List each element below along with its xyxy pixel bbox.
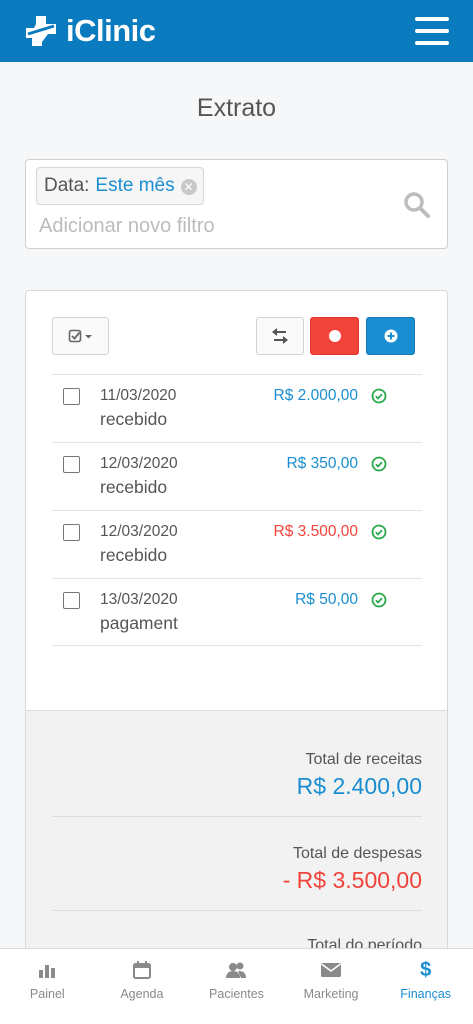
transaction-checkbox[interactable] <box>63 388 80 405</box>
transaction-description: recebido <box>100 545 168 565</box>
transaction-checkbox[interactable] <box>63 456 80 473</box>
divider <box>52 910 422 911</box>
filter-chip-key: Data: <box>44 175 90 196</box>
nav-item-painel[interactable]: Painel <box>0 949 95 1024</box>
transfer-arrows-icon <box>272 328 288 344</box>
plus-circle-icon <box>384 329 397 343</box>
total-income: Total de receitas R$ 2.400,00 <box>52 751 422 800</box>
divider <box>52 816 422 817</box>
transaction-date: 13/03/2020 <box>100 591 178 608</box>
nav-item-pacientes[interactable]: Pacientes <box>189 949 284 1024</box>
transaction-amount: R$ 50,00 <box>295 591 358 608</box>
transaction-amount: R$ 350,00 <box>286 455 358 472</box>
transfer-button[interactable] <box>256 317 304 355</box>
dollar-icon: $ <box>420 959 432 981</box>
hamburger-menu-icon[interactable] <box>415 17 449 45</box>
nav-label: Marketing <box>303 987 359 1001</box>
transaction-row[interactable]: 13/03/2020 pagament R$ 50,00 <box>52 578 422 646</box>
check-circle-icon <box>371 592 387 608</box>
brand-name: iClinic <box>66 13 156 48</box>
transaction-row[interactable]: 12/03/2020 recebido R$ 3.500,00 <box>52 510 422 578</box>
totals-panel: Total de receitas R$ 2.400,00 Total de d… <box>26 710 447 948</box>
transaction-amount: R$ 2.000,00 <box>273 387 358 404</box>
envelope-icon <box>321 963 342 977</box>
total-period: Total do período <box>52 937 422 948</box>
check-circle-icon <box>371 388 387 404</box>
transaction-checkbox[interactable] <box>63 524 80 541</box>
bar-chart-icon <box>39 965 56 978</box>
nav-label: Finanças <box>400 987 452 1001</box>
transaction-checkbox[interactable] <box>63 592 80 609</box>
transaction-row[interactable]: 11/03/2020 recebido R$ 2.000,00 <box>52 374 422 442</box>
nav-item-agenda[interactable]: Agenda <box>95 949 190 1024</box>
page-title: Extrato <box>196 94 277 122</box>
check-circle-icon <box>371 456 387 472</box>
filter-box: Data: Este mês ✕ <box>25 159 448 249</box>
add-expense-button[interactable] <box>310 317 359 355</box>
users-icon <box>226 962 247 978</box>
total-period-label: Total do período <box>307 937 422 948</box>
iclinic-logo-icon <box>26 16 56 46</box>
total-expense-label: Total de despesas <box>293 845 422 862</box>
total-income-label: Total de receitas <box>305 751 422 768</box>
nav-item-marketing[interactable]: Marketing <box>284 949 379 1024</box>
transaction-row[interactable]: 12/03/2020 recebido R$ 350,00 <box>52 442 422 510</box>
nav-label: Painel <box>29 987 65 1001</box>
brand[interactable]: iClinic <box>24 13 156 49</box>
check-circle-icon <box>371 524 387 540</box>
total-expense: Total de despesas - R$ 3.500,00 <box>52 845 422 894</box>
select-dropdown-button[interactable] <box>52 317 109 355</box>
transaction-date: 12/03/2020 <box>100 455 178 472</box>
transaction-description: pagament <box>100 613 178 633</box>
statement-card: 11/03/2020 recebido R$ 2.000,00 12/03/20… <box>25 290 448 948</box>
transaction-description: recebido <box>100 409 168 429</box>
total-income-value: R$ 2.400,00 <box>296 773 422 799</box>
transaction-amount: R$ 3.500,00 <box>273 523 358 540</box>
transaction-date: 11/03/2020 <box>100 387 177 404</box>
total-expense-value: - R$ 3.500,00 <box>282 867 422 893</box>
checkbox-dropdown-icon <box>68 329 92 343</box>
nav-label: Agenda <box>120 987 164 1001</box>
add-filter-input[interactable] <box>39 215 389 238</box>
remove-filter-icon[interactable]: ✕ <box>180 179 197 195</box>
bottom-nav: Painel Agenda Pacientes Marketing $ Fina… <box>0 948 473 1024</box>
filter-chip-date[interactable]: Data: Este mês ✕ <box>36 167 204 205</box>
nav-label: Pacientes <box>209 987 264 1001</box>
calendar-icon <box>132 961 151 979</box>
transaction-date: 12/03/2020 <box>100 523 178 540</box>
search-icon[interactable] <box>403 191 431 219</box>
nav-item-financas[interactable]: $ Finanças <box>378 949 473 1024</box>
top-bar: iClinic <box>0 0 473 62</box>
transaction-description: recebido <box>100 477 168 497</box>
add-income-button[interactable] <box>366 317 415 355</box>
filter-chip-value: Este mês <box>95 175 175 196</box>
transaction-list: 11/03/2020 recebido R$ 2.000,00 12/03/20… <box>52 374 422 646</box>
main-content: Extrato Data: Este mês ✕ Adicionar novo … <box>0 62 473 948</box>
minus-circle-icon <box>328 330 341 342</box>
